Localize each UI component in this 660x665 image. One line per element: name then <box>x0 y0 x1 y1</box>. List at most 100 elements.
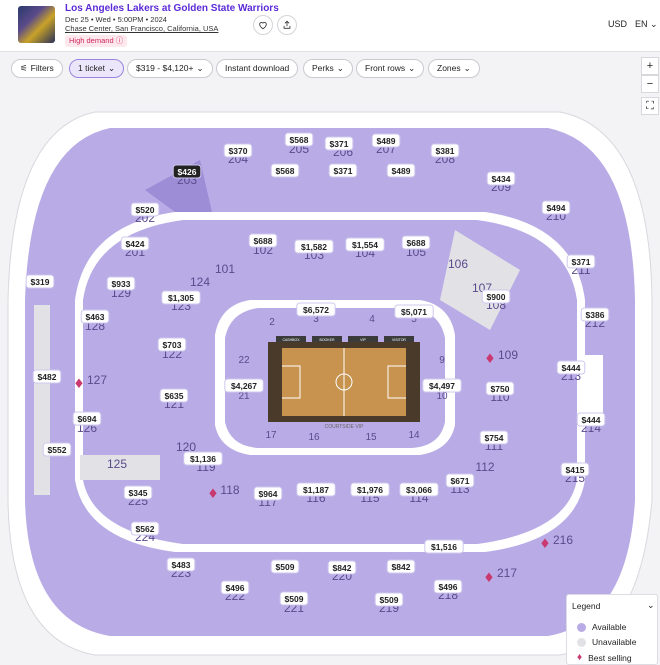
price-label-extra[interactable]: $371 <box>334 166 353 176</box>
section-124-label[interactable]: 124 <box>190 275 210 289</box>
price-range-dropdown[interactable]: $319 - $4,120+ ⌄ <box>127 59 213 78</box>
price-label-extra[interactable]: $489 <box>392 166 411 176</box>
price-label-203[interactable]: $426 <box>178 167 197 177</box>
info-icon: ⓘ <box>115 36 124 45</box>
perks-dropdown[interactable]: Perks ⌄ <box>303 59 353 78</box>
price-label-211[interactable]: $371 <box>572 257 591 267</box>
price-label-3[interactable]: $6,572 <box>303 305 329 315</box>
legend-unavailable-label: Unavailable <box>592 637 637 647</box>
price-label-225[interactable]: $345 <box>129 488 148 498</box>
section-16-label[interactable]: 16 <box>308 432 320 443</box>
section-101-label[interactable]: 101 <box>215 262 235 276</box>
price-label-213[interactable]: $444 <box>562 363 581 373</box>
chevron-down-icon[interactable]: ⌄ <box>647 600 655 611</box>
price-label-206[interactable]: $371 <box>330 139 349 149</box>
price-label-204[interactable]: $370 <box>229 146 248 156</box>
price-label-extra[interactable]: $1,516 <box>431 542 457 552</box>
flame-icon: ♦ <box>483 571 495 586</box>
price-label-102[interactable]: $688 <box>254 236 273 246</box>
instant-download-toggle[interactable]: Instant download <box>216 59 299 78</box>
price-label-104[interactable]: $1,554 <box>352 240 378 250</box>
price-label-117[interactable]: $964 <box>259 489 278 499</box>
price-label-207[interactable]: $489 <box>377 136 396 146</box>
price-label-103[interactable]: $1,582 <box>301 242 327 252</box>
price-label-223[interactable]: $483 <box>172 560 191 570</box>
price-label-extra[interactable]: $482 <box>38 372 57 382</box>
price-label-128[interactable]: $463 <box>86 312 105 322</box>
price-label-119[interactable]: $1,136 <box>190 454 216 464</box>
price-label-113[interactable]: $671 <box>451 476 470 486</box>
price-label-220[interactable]: $842 <box>333 563 352 573</box>
event-title[interactable]: Los Angeles Lakers at Golden State Warri… <box>65 3 279 14</box>
price-label-214[interactable]: $444 <box>582 415 601 425</box>
price-label-110[interactable]: $750 <box>491 384 510 394</box>
flame-icon: ♦ <box>207 487 219 502</box>
price-label-5[interactable]: $5,071 <box>401 307 427 317</box>
price-label-115[interactable]: $1,976 <box>357 485 383 495</box>
price-label-212[interactable]: $386 <box>586 310 605 320</box>
seat-map[interactable]: CASHBOX BOOKER VIP VISITORCOURTSIDE VIP204$… <box>0 84 660 665</box>
price-label-extra[interactable]: $552 <box>48 445 67 455</box>
section-2-label[interactable]: 2 <box>269 317 275 328</box>
price-label-221[interactable]: $509 <box>285 594 304 604</box>
price-label-114[interactable]: $3,066 <box>406 485 432 495</box>
zones-dropdown[interactable]: Zones ⌄ <box>428 59 480 78</box>
section-112-label[interactable]: 112 <box>475 460 494 474</box>
section-14-label[interactable]: 14 <box>408 430 420 441</box>
price-label-209[interactable]: $434 <box>492 174 511 184</box>
language-selector[interactable]: EN ⌄ <box>635 19 658 30</box>
section-118-label[interactable]: 118 <box>220 483 239 497</box>
price-label-224[interactable]: $562 <box>136 524 155 534</box>
section-216-label[interactable]: 216 <box>553 533 573 547</box>
price-label-108[interactable]: $900 <box>487 292 506 302</box>
section-22-label[interactable]: 22 <box>238 355 250 366</box>
section-120-label[interactable]: 120 <box>176 440 196 454</box>
price-label-218[interactable]: $496 <box>439 582 458 592</box>
share-button[interactable] <box>277 15 297 35</box>
price-label-extra[interactable]: $509 <box>276 562 295 572</box>
price-label-116[interactable]: $1,187 <box>303 485 329 495</box>
price-label-111[interactable]: $754 <box>485 433 504 443</box>
currency-selector[interactable]: USD <box>608 19 627 29</box>
favorite-button[interactable] <box>253 15 273 35</box>
price-label-222[interactable]: $496 <box>226 583 245 593</box>
price-label-215[interactable]: $415 <box>566 465 585 475</box>
front-rows-dropdown[interactable]: Front rows ⌄ <box>356 59 425 78</box>
event-venue-link[interactable]: Chase Center, San Francisco, California,… <box>65 24 218 33</box>
zoom-in-button[interactable]: + <box>641 57 659 75</box>
section-4-label[interactable]: 4 <box>369 314 375 325</box>
price-label-219[interactable]: $509 <box>380 595 399 605</box>
price-label-123[interactable]: $1,305 <box>168 293 194 303</box>
price-label-extra[interactable]: $568 <box>276 166 295 176</box>
price-label-121[interactable]: $635 <box>165 391 184 401</box>
price-label-210[interactable]: $494 <box>547 203 566 213</box>
section-125-label[interactable]: 125 <box>107 457 127 471</box>
section-21-label[interactable]: 21 <box>238 391 250 402</box>
event-date: Dec 25 • Wed • 5:00PM • 2024 <box>65 15 167 24</box>
chevron-down-icon: ⌄ <box>408 63 416 73</box>
price-label-208[interactable]: $381 <box>436 146 455 156</box>
section-15-label[interactable]: 15 <box>365 432 377 443</box>
filters-button[interactable]: ⚟ Filters <box>11 59 63 78</box>
section-106-label[interactable]: 106 <box>448 257 468 271</box>
price-label-126[interactable]: $694 <box>78 414 97 424</box>
section-9-label[interactable]: 9 <box>439 355 445 366</box>
section-127-label[interactable]: 127 <box>87 373 107 387</box>
legend-unavailable: Unavailable <box>577 637 636 647</box>
section-17-label[interactable]: 17 <box>265 430 277 441</box>
price-label-122[interactable]: $703 <box>163 340 182 350</box>
price-label-extra[interactable]: $319 <box>31 277 50 287</box>
available-swatch <box>577 622 586 632</box>
price-label-129[interactable]: $933 <box>112 279 131 289</box>
section-217-label[interactable]: 217 <box>497 566 517 580</box>
price-label-21[interactable]: $4,267 <box>231 381 257 391</box>
price-label-10[interactable]: $4,497 <box>429 381 455 391</box>
section-109-label[interactable]: 109 <box>498 348 518 362</box>
price-label-202[interactable]: $520 <box>136 205 155 215</box>
ticket-count-dropdown[interactable]: 1 ticket ⌄ <box>69 59 125 78</box>
section-10-label[interactable]: 10 <box>436 391 448 402</box>
price-label-extra[interactable]: $842 <box>392 562 411 572</box>
price-label-205[interactable]: $568 <box>290 135 309 145</box>
price-label-105[interactable]: $688 <box>407 238 426 248</box>
price-label-201[interactable]: $424 <box>126 239 145 249</box>
